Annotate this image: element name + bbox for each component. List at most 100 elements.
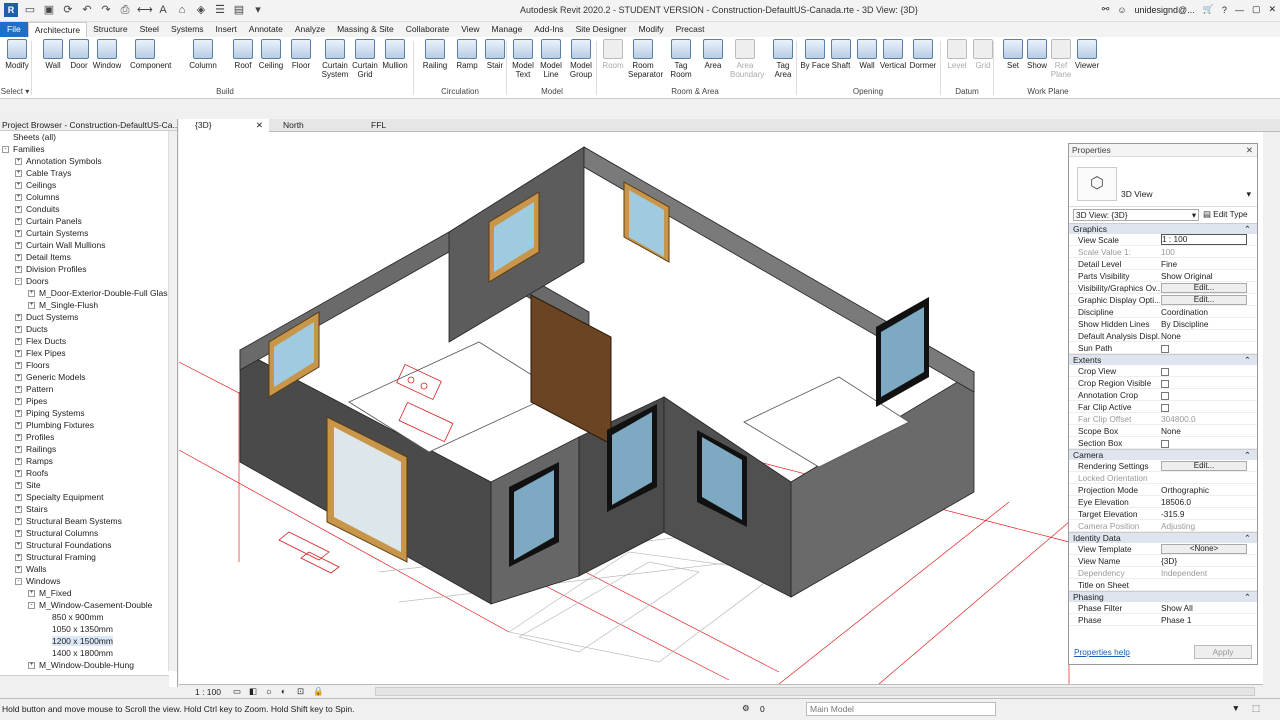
- expand-icon[interactable]: +: [15, 554, 22, 562]
- tool-column[interactable]: Column: [188, 39, 218, 70]
- tree-item[interactable]: + Curtain Wall Mullions: [0, 239, 177, 251]
- tree-item[interactable]: + Floors: [0, 359, 177, 371]
- property-row[interactable]: Phase Phase 1: [1069, 614, 1257, 626]
- tab-steel[interactable]: Steel: [134, 22, 165, 37]
- tool-curtain-system[interactable]: Curtain System: [320, 39, 350, 79]
- property-value[interactable]: None: [1161, 425, 1247, 437]
- expand-icon[interactable]: +: [28, 290, 35, 298]
- tree-item[interactable]: + Structural Framing: [0, 551, 177, 563]
- expand-icon[interactable]: +: [15, 530, 22, 538]
- property-value[interactable]: Orthographic: [1161, 484, 1247, 496]
- tree-item[interactable]: + Annotation Symbols: [0, 155, 177, 167]
- tree-item[interactable]: + Division Profiles: [0, 263, 177, 275]
- expand-icon[interactable]: +: [15, 242, 22, 250]
- expand-icon[interactable]: +: [15, 434, 22, 442]
- selection-icon[interactable]: ⬚: [1252, 703, 1260, 714]
- tab-collaborate[interactable]: Collaborate: [400, 22, 455, 37]
- tree-item[interactable]: +Groups: [0, 671, 177, 673]
- project-browser-scrollbar[interactable]: [168, 131, 177, 671]
- expand-icon[interactable]: +: [15, 446, 22, 454]
- tool-curtain-grid[interactable]: Curtain Grid: [350, 39, 380, 79]
- property-row[interactable]: Phase Filter Show All: [1069, 602, 1257, 614]
- tree-item[interactable]: + Specialty Equipment: [0, 491, 177, 503]
- tool-model-text[interactable]: Model Text: [508, 39, 538, 79]
- expand-icon[interactable]: +: [15, 386, 22, 394]
- user-name[interactable]: unidesignd@...: [1135, 5, 1195, 15]
- tree-item[interactable]: - Windows: [0, 575, 177, 587]
- tab-add-ins[interactable]: Add-Ins: [528, 22, 569, 37]
- print-icon[interactable]: ⎙: [118, 3, 132, 17]
- expand-icon[interactable]: +: [15, 194, 22, 202]
- property-row[interactable]: Rendering Settings Edit...: [1069, 460, 1257, 472]
- viewbar-hscroll[interactable]: [375, 687, 1255, 696]
- view-tab-2[interactable]: FFL: [355, 119, 445, 132]
- property-row[interactable]: Sun Path: [1069, 342, 1257, 354]
- property-row[interactable]: Crop Region Visible: [1069, 377, 1257, 389]
- crop-icon[interactable]: ⊡: [297, 686, 304, 697]
- tab-systems[interactable]: Systems: [165, 22, 210, 37]
- expand-icon[interactable]: +: [15, 350, 22, 358]
- section-icon[interactable]: ◈: [194, 3, 208, 17]
- tool-door[interactable]: Door: [64, 39, 94, 70]
- tree-item[interactable]: + Columns: [0, 191, 177, 203]
- collapse-icon[interactable]: -: [2, 146, 9, 154]
- property-row[interactable]: Camera Position Adjusting: [1069, 520, 1257, 532]
- tree-item[interactable]: + Structural Foundations: [0, 539, 177, 551]
- view-tab-0[interactable]: {3D} ✕: [179, 119, 269, 132]
- property-row[interactable]: Projection Mode Orthographic: [1069, 484, 1257, 496]
- active-model-select[interactable]: Main Model: [806, 702, 996, 716]
- tool-modify[interactable]: Modify: [2, 39, 32, 70]
- expand-icon[interactable]: +: [15, 254, 22, 262]
- tool-area-boundary[interactable]: Area Boundary: [730, 39, 764, 79]
- tree-item[interactable]: 850 x 900mm: [0, 611, 177, 623]
- tab-modify[interactable]: Modify: [633, 22, 670, 37]
- property-row[interactable]: Scale Value 1: 100: [1069, 246, 1257, 258]
- tree-item[interactable]: + Stairs: [0, 503, 177, 515]
- collapse-icon[interactable]: -: [28, 602, 35, 610]
- property-row[interactable]: Locked Orientation: [1069, 472, 1257, 484]
- expand-icon[interactable]: +: [15, 362, 22, 370]
- tree-item[interactable]: + Ducts: [0, 323, 177, 335]
- tool-dormer[interactable]: Dormer: [908, 39, 938, 70]
- expand-icon[interactable]: +: [15, 482, 22, 490]
- type-dropdown-icon[interactable]: ▾: [1246, 189, 1251, 200]
- property-value[interactable]: Show All: [1161, 602, 1247, 614]
- tree-item[interactable]: + Walls: [0, 563, 177, 575]
- cart-icon[interactable]: 🛒: [1203, 4, 1214, 15]
- expand-icon[interactable]: +: [15, 422, 22, 430]
- property-checkbox[interactable]: [1161, 367, 1169, 376]
- tool-tag-room[interactable]: Tag Room: [666, 39, 696, 79]
- tree-item[interactable]: + Detail Items: [0, 251, 177, 263]
- expand-icon[interactable]: +: [15, 494, 22, 502]
- property-value[interactable]: Fine: [1161, 258, 1247, 270]
- property-value[interactable]: 100: [1161, 246, 1247, 258]
- property-row[interactable]: Crop View: [1069, 365, 1257, 377]
- property-edit-button[interactable]: <None>: [1161, 544, 1247, 554]
- tree-item[interactable]: + M_Door-Exterior-Double-Full Glass: [0, 287, 177, 299]
- tree-item[interactable]: + Conduits: [0, 203, 177, 215]
- expand-icon[interactable]: +: [15, 398, 22, 406]
- tree-item[interactable]: + Cable Trays: [0, 167, 177, 179]
- expand-icon[interactable]: +: [15, 266, 22, 274]
- collapse-icon[interactable]: -: [15, 278, 22, 286]
- select-dropdown[interactable]: Select ▾: [0, 87, 30, 96]
- close-tab-icon[interactable]: ✕: [256, 119, 263, 132]
- visual-style-icon[interactable]: ◧: [249, 686, 257, 697]
- tree-item[interactable]: + Railings: [0, 443, 177, 455]
- tab-annotate[interactable]: Annotate: [243, 22, 289, 37]
- property-checkbox[interactable]: [1161, 379, 1169, 388]
- group-extents[interactable]: Extents ⌃: [1069, 354, 1257, 365]
- property-row[interactable]: Title on Sheet: [1069, 579, 1257, 591]
- property-row[interactable]: Section Box: [1069, 437, 1257, 449]
- tree-item[interactable]: + Ramps: [0, 455, 177, 467]
- property-row[interactable]: Target Elevation -315.9: [1069, 508, 1257, 520]
- switch-windows-icon[interactable]: ▤: [232, 3, 246, 17]
- property-row[interactable]: Scope Box None: [1069, 425, 1257, 437]
- tool-grid[interactable]: Grid: [968, 39, 998, 70]
- tree-item[interactable]: + M_Window-Double-Hung: [0, 659, 177, 671]
- tool-vertical[interactable]: Vertical: [878, 39, 908, 70]
- tool-roof[interactable]: Roof: [228, 39, 258, 70]
- property-edit-button[interactable]: Edit...: [1161, 283, 1247, 293]
- tab-precast[interactable]: Precast: [670, 22, 711, 37]
- property-value[interactable]: None: [1161, 330, 1247, 342]
